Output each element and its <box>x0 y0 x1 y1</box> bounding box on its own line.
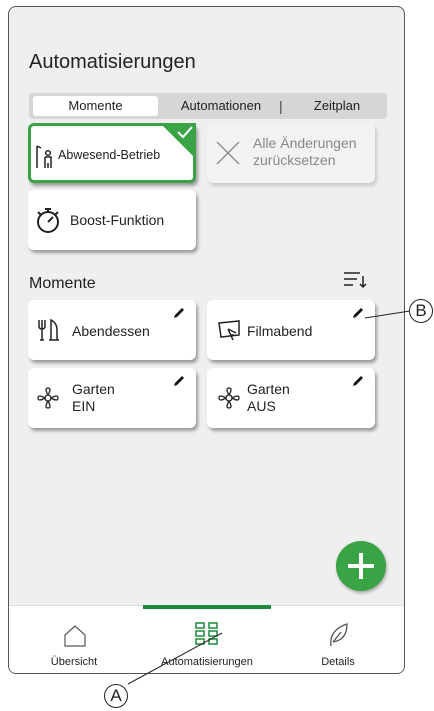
callout-lines <box>127 310 411 685</box>
callout-a: A <box>104 684 128 708</box>
callout-b: B <box>409 299 433 323</box>
